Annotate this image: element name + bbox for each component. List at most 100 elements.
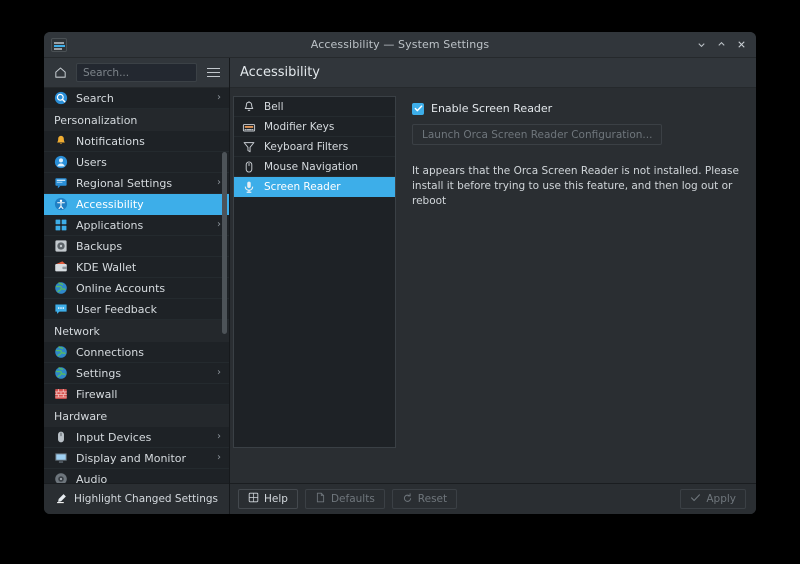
applications-icon [54, 218, 68, 232]
sidebar-item-label: Regional Settings [76, 177, 172, 190]
sidebar-item-label: Online Accounts [76, 282, 165, 295]
sidebar-item-notifications[interactable]: Notifications [44, 131, 229, 152]
sidebar-item-label: Connections [76, 346, 144, 359]
feedback-icon [54, 302, 68, 316]
sublist-item-modifier-keys[interactable]: Modifier Keys [234, 117, 395, 137]
module-sublist: Bell Modifier Keys Keyboard Filters Mouse N… [233, 96, 396, 448]
title-bar[interactable]: Accessibility — System Settings [44, 32, 756, 58]
bell-icon [54, 134, 68, 148]
sidebar-item-connections[interactable]: Connections [44, 342, 229, 363]
sidebar-item-input-devices[interactable]: Input Devices › [44, 427, 229, 448]
launch-orca-configuration-button[interactable]: Launch Orca Screen Reader Configuration.… [412, 124, 662, 145]
chevron-right-icon: › [217, 368, 221, 378]
home-icon[interactable] [50, 63, 70, 83]
apply-button[interactable]: Apply [680, 489, 746, 509]
sidebar-item-regional-settings[interactable]: Regional Settings › [44, 173, 229, 194]
sidebar-item-label: Notifications [76, 135, 145, 148]
main-header: Accessibility [230, 58, 756, 88]
sidebar-item-kde-wallet[interactable]: KDE Wallet [44, 257, 229, 278]
apply-label: Apply [706, 493, 736, 505]
chevron-right-icon: › [217, 453, 221, 463]
sidebar-category-header: Personalization [44, 109, 229, 131]
sidebar-item-settings[interactable]: Settings› [44, 363, 229, 384]
sidebar-scrollbar-thumb[interactable] [222, 152, 227, 334]
sidebar-category-header: Hardware [44, 405, 229, 427]
system-settings-icon [51, 38, 67, 52]
sidebar-item-users[interactable]: Users [44, 152, 229, 173]
check-icon [690, 492, 701, 506]
globe-icon [54, 345, 68, 359]
sublist-item-keyboard-filters[interactable]: Keyboard Filters [234, 137, 395, 157]
sublist-item-label: Screen Reader [264, 181, 341, 193]
sidebar-item-label: Firewall [76, 388, 117, 401]
sublist-item-mouse-navigation[interactable]: Mouse Navigation [234, 157, 395, 177]
sublist-item-bell[interactable]: Bell [234, 97, 395, 117]
launch-orca-configuration-label: Launch Orca Screen Reader Configuration.… [422, 129, 652, 141]
defaults-icon [315, 492, 326, 506]
sidebar-item-label: User Feedback [76, 303, 157, 316]
firewall-icon [54, 387, 68, 401]
chevron-right-icon: › [217, 178, 221, 188]
sublist-item-label: Bell [264, 101, 284, 113]
sidebar-item-backups[interactable]: Backups [44, 236, 229, 257]
mouse-icon [54, 430, 68, 444]
sidebar-item-applications[interactable]: Applications› [44, 215, 229, 236]
search-icon [54, 91, 68, 105]
filter-icon [242, 140, 256, 154]
sidebar-scrollbar[interactable] [222, 108, 227, 453]
audio-icon [54, 472, 68, 483]
sidebar-item-label: Audio [76, 473, 107, 484]
sidebar-item-label: KDE Wallet [76, 261, 136, 274]
main-body: Bell Modifier Keys Keyboard Filters Mouse N… [230, 88, 756, 483]
highlight-changed-settings-button[interactable]: Highlight Changed Settings [44, 483, 229, 514]
globe-icon [54, 281, 68, 295]
sidebar-item-display-and-monitor[interactable]: Display and Monitor› [44, 448, 229, 469]
sidebar-item-user-feedback[interactable]: User Feedback [44, 299, 229, 320]
sidebar-item-search[interactable]: Search› [44, 88, 229, 109]
hamburger-menu-icon[interactable] [203, 63, 223, 83]
wallet-icon [54, 260, 68, 274]
enable-screen-reader-row[interactable]: Enable Screen Reader [412, 102, 740, 115]
bell-outline-icon [242, 100, 256, 114]
window-title: Accessibility — System Settings [44, 38, 756, 51]
highlighter-icon [55, 490, 68, 509]
regional-icon [54, 176, 68, 190]
accessibility-icon [54, 197, 68, 211]
sidebar-item-firewall[interactable]: Firewall [44, 384, 229, 405]
microphone-icon [242, 180, 256, 194]
sidebar-item-label: Input Devices [76, 431, 151, 444]
mouse-outline-icon [242, 160, 256, 174]
close-icon[interactable] [732, 36, 750, 54]
sidebar-toolbar: Search... [44, 58, 229, 88]
enable-screen-reader-checkbox[interactable] [412, 103, 424, 115]
chevron-right-icon: › [217, 93, 221, 103]
highlight-changed-settings-label: Highlight Changed Settings [74, 493, 218, 505]
sidebar-item-audio[interactable]: Audio [44, 469, 229, 483]
sublist-item-label: Modifier Keys [264, 121, 334, 133]
sidebar-item-accessibility[interactable]: Accessibility [44, 194, 229, 215]
help-icon [248, 492, 259, 506]
minimize-icon[interactable] [692, 36, 710, 54]
orca-not-installed-note: It appears that the Orca Screen Reader i… [412, 164, 740, 210]
page-title: Accessibility [240, 65, 320, 80]
sublist-item-label: Keyboard Filters [264, 141, 348, 153]
search-placeholder: Search... [83, 67, 129, 79]
sidebar-item-online-accounts[interactable]: Online Accounts [44, 278, 229, 299]
backups-icon [54, 239, 68, 253]
sidebar: Search... Search›Personalization Notifica… [44, 58, 230, 514]
help-button[interactable]: Help [238, 489, 298, 509]
defaults-button[interactable]: Defaults [305, 489, 385, 509]
chevron-right-icon: › [217, 220, 221, 230]
help-label: Help [264, 493, 288, 505]
maximize-icon[interactable] [712, 36, 730, 54]
chevron-right-icon: › [217, 432, 221, 442]
sidebar-item-label: Backups [76, 240, 122, 253]
sublist-item-screen-reader[interactable]: Screen Reader [234, 177, 395, 197]
reset-button[interactable]: Reset [392, 489, 457, 509]
sidebar-category-header: Network [44, 320, 229, 342]
search-input[interactable]: Search... [76, 63, 197, 82]
keyboard-icon [242, 120, 256, 134]
sidebar-item-label: Users [76, 156, 107, 169]
main-area: Accessibility Bell Modifier Keys Keyboard … [230, 58, 756, 514]
system-settings-window: Accessibility — System Settings [44, 32, 756, 514]
